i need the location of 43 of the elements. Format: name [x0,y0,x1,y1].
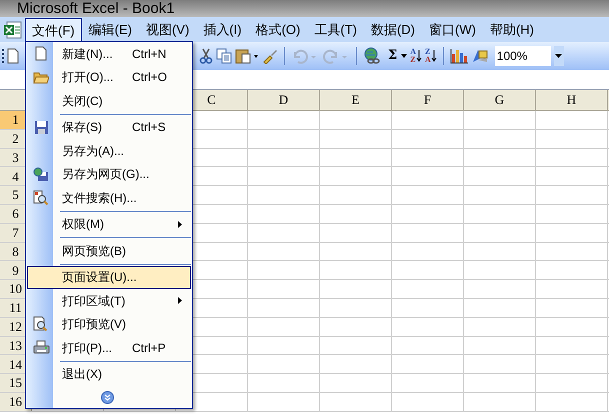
chevron-down-icon[interactable] [100,390,114,404]
arrow-down-icon [416,49,422,63]
clipboard-icon[interactable] [235,48,259,64]
caret-icon [555,54,562,58]
printer-icon [32,340,50,356]
print-preview-icon [33,316,49,332]
menu-tab[interactable]: 工具(T) [307,17,364,42]
globe-disk-icon [33,166,49,182]
menu-item[interactable]: 新建(N)... Ctrl+N [27,42,191,65]
menu-tab[interactable]: 编辑(E) [82,17,139,42]
blank-page-icon [35,46,47,62]
globe-link-icon[interactable] [363,47,381,65]
menu-tab[interactable]: 窗口(W) [422,17,483,42]
sort-button[interactable]: Z A [424,46,437,66]
menu-tab[interactable]: 数据(D) [364,17,422,42]
copy-icon[interactable] [216,48,232,64]
magnifier-page-icon [33,190,49,206]
bar-chart-icon[interactable] [450,48,468,64]
column-header[interactable]: G [464,90,536,110]
menu-tab[interactable]: 格式(O) [248,17,308,42]
shapes-icon[interactable] [470,48,489,64]
menu-item[interactable]: 页面设置(U)... [27,266,191,288]
window-title: Microsoft Excel - Book1 [17,0,175,17]
sort-button[interactable]: A Z [410,46,422,66]
folder-icon [33,70,49,84]
menu-tab[interactable]: 帮助(H) [482,17,541,42]
paintbrush-icon[interactable] [262,48,278,64]
column-header[interactable]: D [248,90,320,110]
menu-tab[interactable]: 文件(F) [25,18,82,42]
column-header[interactable]: F [392,90,464,110]
caret-icon [401,54,408,58]
column-header[interactable]: H [536,90,608,110]
menu-tab[interactable]: 视图(V) [138,17,196,42]
arrow-down-icon [430,49,437,63]
new-document-icon[interactable] [7,48,19,64]
spreadsheet-icon[interactable] [3,20,23,38]
column-header[interactable]: E [320,90,392,110]
menu-item[interactable]: 打开(O)... Ctrl+O [27,66,191,88]
menu-tab[interactable]: 插入(I) [196,17,249,42]
zoom-field[interactable]: 100% [494,46,551,66]
dropdown-button[interactable] [554,46,564,66]
sum-button[interactable]: Σ [388,46,408,66]
scissors-icon[interactable] [199,48,213,64]
